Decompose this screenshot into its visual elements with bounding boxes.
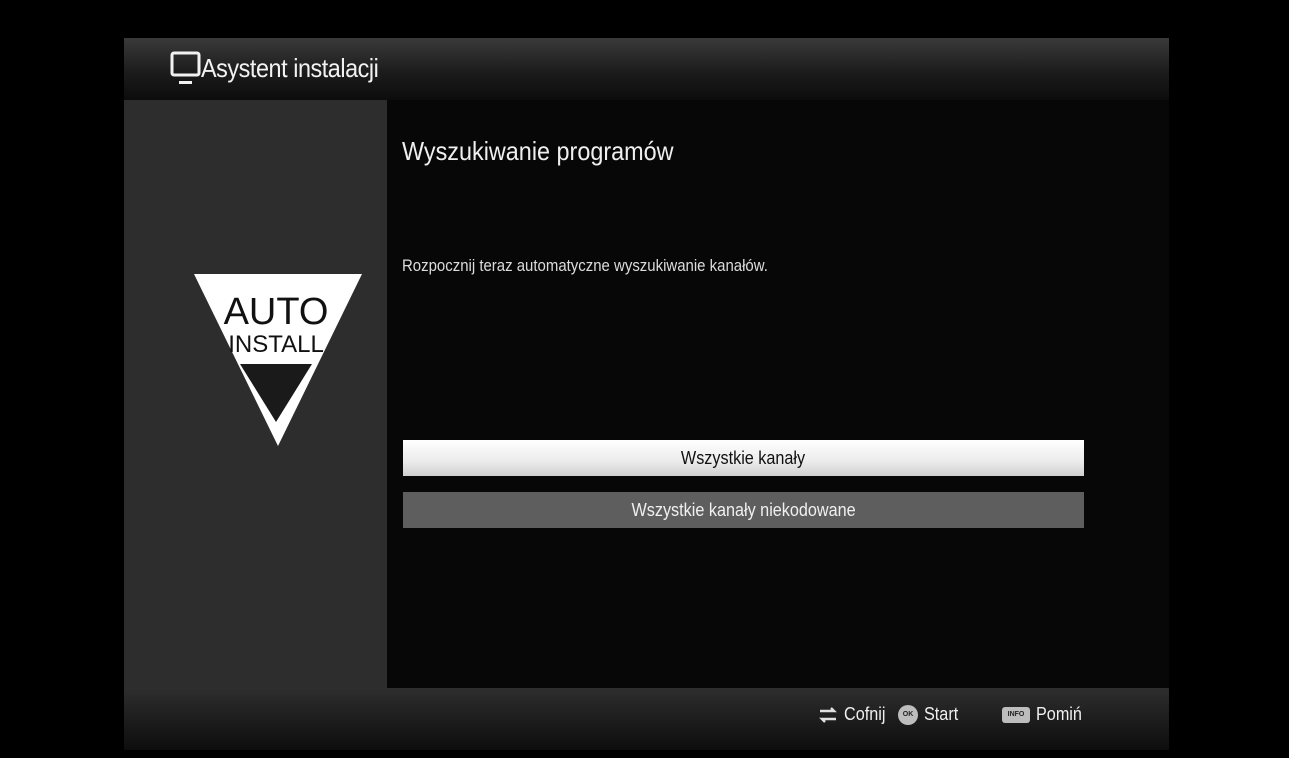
option-label: Wszystkie kanały	[681, 447, 806, 468]
description-text: Rozpocznij teraz automatyczne wyszukiwan…	[402, 256, 768, 275]
back-label: Cofnij	[844, 704, 886, 724]
info-key-icon: INFO	[1002, 706, 1030, 723]
option-free-channels[interactable]: Wszystkie kanały niekodowane	[403, 492, 1084, 528]
option-label: Wszystkie kanały niekodowane	[631, 499, 856, 520]
back-arrows-icon	[819, 706, 837, 723]
logo-line-auto: AUTO	[224, 291, 329, 333]
option-all-channels[interactable]: Wszystkie kanały	[403, 440, 1084, 476]
header-title: Asystent instalacji	[201, 53, 379, 83]
header-bar: Asystent instalacji	[124, 38, 1169, 100]
start-label: Start	[924, 704, 959, 724]
info-hint[interactable]: INFO Pomiń	[1002, 704, 1087, 725]
auto-install-icon: AUTO INSTALL	[194, 274, 362, 446]
logo-line-install: INSTALL	[228, 331, 324, 358]
tv-icon	[170, 51, 201, 84]
ok-key-icon: OK	[898, 704, 918, 725]
page-title: Wyszukiwanie programów	[402, 136, 674, 166]
install-assistant-screen: Asystent instalacji AUTO INSTALL Wyszuki…	[124, 38, 1169, 750]
ok-hint[interactable]: OK Start	[898, 704, 962, 725]
skip-label: Pomiń	[1036, 704, 1082, 724]
back-hint[interactable]: Cofnij	[818, 704, 890, 725]
